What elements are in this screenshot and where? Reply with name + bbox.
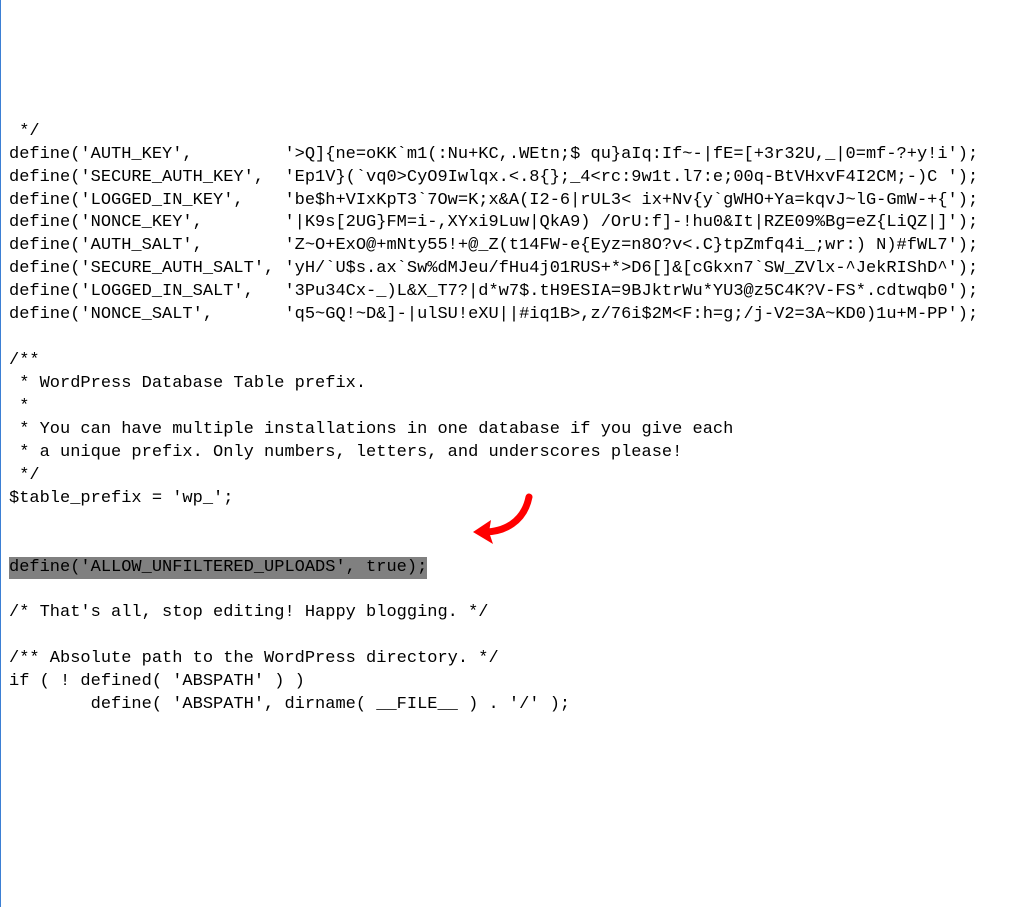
- code-line: */: [9, 466, 40, 485]
- code-block: */ define('AUTH_KEY', '>Q]{ne=oKK`m1(:Nu…: [9, 121, 1016, 717]
- code-line: define('LOGGED_IN_SALT', '3Pu34Cx-_)L&X_…: [9, 282, 978, 301]
- code-line: define('SECURE_AUTH_KEY', 'Ep1V}(`vq0>Cy…: [9, 168, 978, 187]
- code-line: *: [9, 397, 29, 416]
- code-container: */ define('AUTH_KEY', '>Q]{ne=oKK`m1(:Nu…: [9, 98, 1016, 786]
- code-line: define('NONCE_KEY', '|K9s[2UG}FM=i-,XYxi…: [9, 213, 978, 232]
- code-line: define('AUTH_KEY', '>Q]{ne=oKK`m1(:Nu+KC…: [9, 145, 978, 164]
- code-line: define('LOGGED_IN_KEY', 'be$h+VIxKpT3`7O…: [9, 191, 978, 210]
- code-line: define('SECURE_AUTH_SALT', 'yH/`U$s.ax`S…: [9, 259, 978, 278]
- code-line: */: [9, 122, 40, 141]
- code-line: /** Absolute path to the WordPress direc…: [9, 649, 499, 668]
- code-line: $table_prefix = 'wp_';: [9, 489, 233, 508]
- code-line: if ( ! defined( 'ABSPATH' ) ): [9, 672, 305, 691]
- code-line: * a unique prefix. Only numbers, letters…: [9, 443, 682, 462]
- code-line: * You can have multiple installations in…: [9, 420, 733, 439]
- code-line: define('NONCE_SALT', 'q5~GQ!~D&]-|ulSU!e…: [9, 305, 978, 324]
- code-line: * WordPress Database Table prefix.: [9, 374, 366, 393]
- code-line: define('AUTH_SALT', 'Z~O+ExO@+mNty55!+@_…: [9, 236, 978, 255]
- code-line: /* That's all, stop editing! Happy blogg…: [9, 603, 488, 622]
- code-line: /**: [9, 351, 40, 370]
- code-line: define( 'ABSPATH', dirname( __FILE__ ) .…: [9, 695, 570, 714]
- highlighted-code-line: define('ALLOW_UNFILTERED_UPLOADS', true)…: [9, 557, 427, 580]
